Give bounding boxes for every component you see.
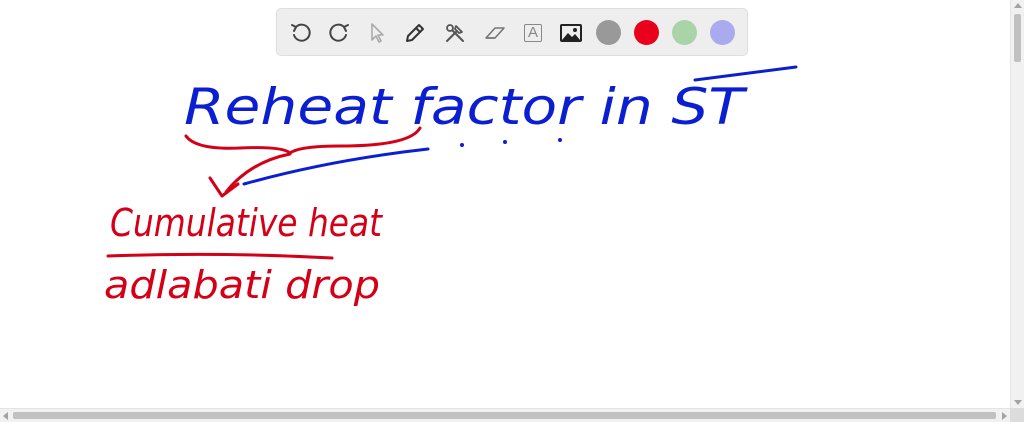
redo-button[interactable] [325,19,353,47]
image-button[interactable] [557,19,585,47]
blue-connector [242,147,430,186]
denominator-text: adlabati drop [104,263,380,307]
vertical-scroll-thumb[interactable] [1014,14,1021,62]
ink-dot [460,143,464,147]
pen-icon [406,24,424,42]
scroll-down-icon[interactable] [1014,400,1022,405]
scrollbar-corner [1010,408,1024,422]
pointer-button[interactable] [363,19,391,47]
tools-icon [446,24,464,42]
scroll-up-icon[interactable] [1014,3,1022,8]
handwritten-title: Reheat factor in ST [184,78,748,136]
pointer-icon [371,23,384,43]
ink-dot [558,138,562,142]
redo-icon [329,23,349,42]
vertical-scrollbar[interactable] [1010,0,1024,408]
text-icon: A [524,24,542,42]
fraction-bar [106,252,334,260]
red-arrow-head [208,176,240,198]
image-icon [560,24,582,42]
pen-button[interactable] [401,19,429,47]
title-t-stroke [693,65,798,82]
eraser-button[interactable] [481,19,509,47]
eraser-icon [485,27,505,39]
tools-button[interactable] [441,19,469,47]
undo-icon [291,23,311,42]
drawing-toolbar: A [276,8,748,56]
ink-dot [503,140,507,144]
color-swatch-green[interactable] [672,20,697,45]
scroll-left-icon[interactable] [3,412,8,420]
color-swatch-lavender[interactable] [710,20,735,45]
color-swatch-red[interactable] [634,20,659,45]
undo-button[interactable] [287,19,315,47]
horizontal-scrollbar[interactable] [0,408,1024,422]
horizontal-scroll-thumb[interactable] [13,412,996,419]
scroll-right-icon[interactable] [1002,412,1007,420]
drawing-canvas[interactable]: Reheat factor in ST Cumulative heat adla… [0,0,1010,408]
text-button[interactable]: A [519,19,547,47]
color-swatch-gray[interactable] [596,20,621,45]
numerator-text: Cumulative heat [110,201,384,245]
